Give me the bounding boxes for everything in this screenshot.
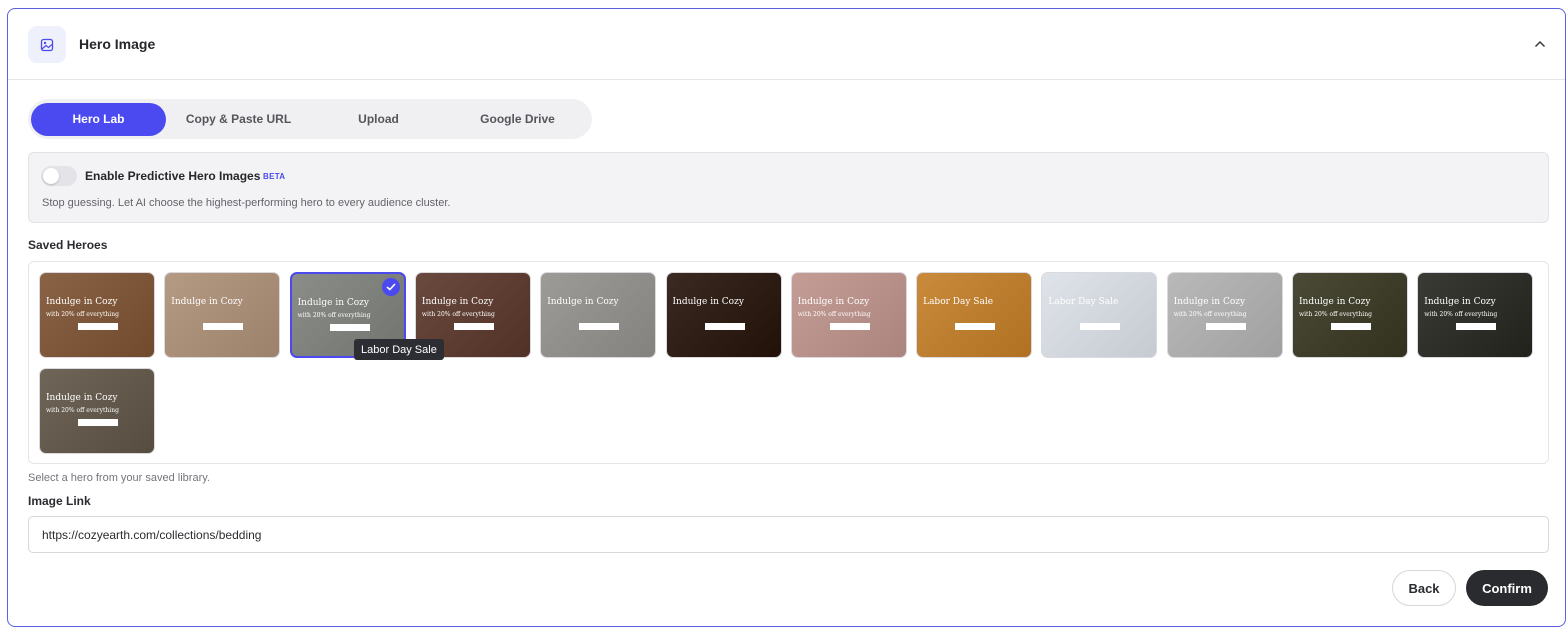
- confirm-button[interactable]: Confirm: [1466, 570, 1548, 606]
- hero-thumbnail[interactable]: Indulge in Cozy with 20% off everything: [1166, 272, 1283, 358]
- hero-cta: [78, 419, 118, 426]
- hero-headline: Indulge in Cozy: [46, 297, 118, 307]
- hero-subline: with 20% off everything: [1299, 311, 1372, 318]
- hero-headline: Indulge in Cozy: [1173, 297, 1246, 307]
- hero-thumbnail[interactable]: Indulge in Cozy with 20% off everything: [39, 368, 155, 454]
- hero-cta: [1331, 323, 1371, 330]
- image-link-label: Image Link: [28, 494, 91, 508]
- predictive-hero-section: Enable Predictive Hero Images BETA Stop …: [28, 152, 1549, 223]
- hero-headline: Labor Day Sale: [1048, 297, 1119, 307]
- hero-thumbnail[interactable]: Indulge in Cozy with 20% off everything: [1292, 272, 1408, 358]
- hero-thumbnail[interactable]: Indulge in Cozy with 20% off everything: [1417, 272, 1534, 358]
- hero-headline: Indulge in Cozy: [297, 298, 369, 308]
- hero-thumbnail[interactable]: Indulge in Cozy: [665, 272, 782, 358]
- hero-thumbnail[interactable]: Indulge in Cozy with 20% off everything: [790, 272, 907, 358]
- hero-subline: with 20% off everything: [797, 311, 871, 318]
- hero-subline: with 20% off everything: [421, 311, 495, 318]
- hero-subline: with 20% off everything: [46, 407, 119, 414]
- hero-cta: [453, 323, 494, 330]
- source-tabs: Hero Lab Copy & Paste URL Upload Google …: [28, 99, 592, 139]
- chevron-up-icon[interactable]: [1529, 33, 1551, 55]
- hero-subline: with 20% off everything: [1424, 311, 1498, 318]
- hero-headline: Indulge in Cozy: [797, 297, 870, 307]
- hero-headline: Indulge in Cozy: [46, 393, 118, 403]
- hero-headline: Indulge in Cozy: [421, 297, 494, 307]
- hero-cta: [704, 323, 745, 330]
- image-link-input[interactable]: [28, 516, 1549, 553]
- hero-subline: with 20% off everything: [1173, 311, 1247, 318]
- hero-tooltip: Labor Day Sale: [354, 339, 444, 360]
- hero-cta: [78, 323, 118, 330]
- hero-thumbnail[interactable]: Indulge in Cozy with 20% off everything: [39, 272, 155, 358]
- hero-cta: [579, 323, 620, 330]
- tab-upload[interactable]: Upload: [311, 103, 446, 136]
- hero-headline: Indulge in Cozy: [1299, 297, 1371, 307]
- toggle-knob: [43, 168, 59, 184]
- hero-thumbnail[interactable]: Labor Day Sale: [1041, 272, 1158, 358]
- saved-heroes-label: Saved Heroes: [28, 238, 108, 252]
- hero-cta: [1205, 323, 1246, 330]
- hero-thumbnail[interactable]: Indulge in Cozy: [540, 272, 657, 358]
- hero-headline: Indulge in Cozy: [672, 297, 744, 307]
- hero-headline: Indulge in Cozy: [1424, 297, 1496, 307]
- tab-hero-lab[interactable]: Hero Lab: [31, 102, 167, 136]
- predictive-label: Enable Predictive Hero Images: [85, 169, 261, 183]
- check-icon: [381, 278, 400, 296]
- hero-image-panel: Hero Image Hero Lab Copy & Paste URL Upl…: [7, 8, 1566, 627]
- hero-cta: [1456, 323, 1497, 330]
- saved-heroes-grid: Indulge in Cozy with 20% off everything In…: [28, 261, 1549, 464]
- hero-subline: with 20% off everything: [46, 311, 119, 318]
- hero-cta: [955, 323, 996, 330]
- panel-title: Hero Image: [79, 36, 156, 52]
- back-button[interactable]: Back: [1392, 570, 1456, 606]
- hero-subline: with 20% off everything: [297, 312, 371, 319]
- beta-badge: BETA: [263, 172, 286, 181]
- hero-cta: [329, 324, 370, 331]
- panel-header[interactable]: Hero Image: [8, 9, 1565, 80]
- hero-cta: [829, 323, 870, 330]
- hero-cta: [203, 323, 244, 330]
- tab-copy-paste-url[interactable]: Copy & Paste URL: [166, 103, 311, 136]
- hero-cta: [1080, 323, 1121, 330]
- image-icon: [28, 26, 66, 63]
- hero-headline: Indulge in Cozy: [171, 297, 243, 307]
- hero-headline: Indulge in Cozy: [547, 297, 619, 307]
- hero-thumbnail[interactable]: Indulge in Cozy: [164, 272, 281, 358]
- predictive-toggle[interactable]: [41, 166, 77, 186]
- predictive-description: Stop guessing. Let AI choose the highest…: [42, 197, 451, 209]
- tab-google-drive[interactable]: Google Drive: [446, 103, 589, 136]
- saved-heroes-helper: Select a hero from your saved library.: [28, 472, 210, 484]
- hero-thumbnail[interactable]: Labor Day Sale: [916, 272, 1033, 358]
- hero-headline: Labor Day Sale: [923, 297, 994, 307]
